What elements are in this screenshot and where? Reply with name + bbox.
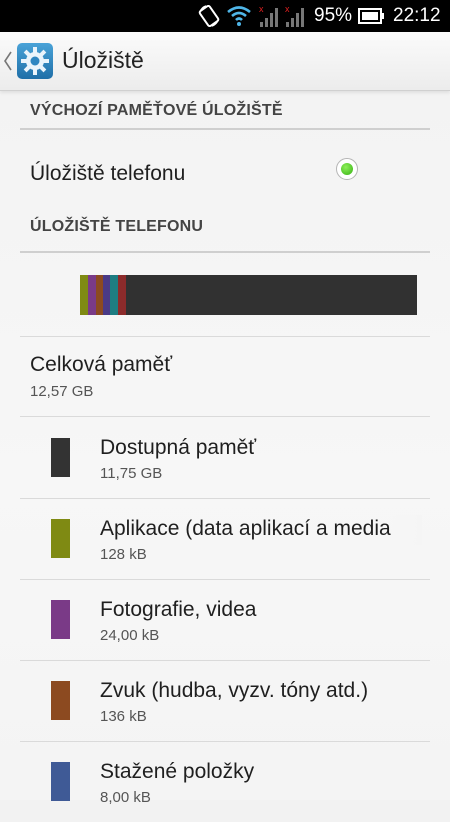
back-chevron-icon[interactable] bbox=[3, 50, 13, 72]
storage-usage-bar bbox=[80, 275, 417, 315]
clock: 22:12 bbox=[393, 5, 441, 26]
radio-button-selected[interactable] bbox=[336, 158, 358, 180]
divider bbox=[20, 416, 430, 417]
category-value: 8,00 kB bbox=[100, 789, 151, 806]
section-divider bbox=[20, 251, 430, 253]
text-fade-overlay bbox=[392, 515, 422, 545]
usage-segment-other bbox=[118, 275, 126, 315]
section-header-default-storage: VÝCHOZÍ PAMĚŤOVÉ ÚLOŽIŠTĚ bbox=[30, 102, 283, 119]
radio-selected-dot bbox=[341, 163, 353, 175]
svg-text:x: x bbox=[285, 4, 290, 14]
category-label: Aplikace (data aplikací a media bbox=[100, 517, 391, 540]
battery-percentage: 95% bbox=[314, 5, 353, 26]
category-label: Fotografie, videa bbox=[100, 598, 257, 621]
category-label: Zvuk (hudba, vyzv. tóny atd.) bbox=[100, 679, 369, 702]
action-bar: Úložiště bbox=[0, 32, 450, 91]
svg-text:x: x bbox=[259, 4, 264, 14]
category-color-swatch bbox=[51, 438, 70, 477]
storage-category-downloads[interactable]: Stažené položky 8,00 kB bbox=[0, 742, 450, 822]
usage-segment-downloads bbox=[103, 275, 110, 315]
total-storage-label: Celková paměť bbox=[30, 353, 173, 376]
section-header-phone-storage: ÚLOŽIŠTĚ TELEFONU bbox=[30, 218, 204, 235]
usage-segment-audio bbox=[96, 275, 103, 315]
storage-option-phone[interactable]: Úložiště telefonu bbox=[0, 146, 450, 202]
category-color-swatch bbox=[51, 600, 70, 639]
storage-option-label: Úložiště telefonu bbox=[30, 162, 186, 185]
category-label: Dostupná paměť bbox=[100, 436, 257, 459]
category-color-swatch bbox=[51, 681, 70, 720]
section-divider bbox=[20, 128, 430, 130]
category-color-swatch bbox=[51, 519, 70, 558]
divider bbox=[20, 336, 430, 337]
usage-segment-photos bbox=[88, 275, 96, 315]
total-storage-value: 12,57 GB bbox=[30, 383, 94, 400]
category-value: 24,00 kB bbox=[100, 627, 160, 644]
signal-sim2-icon: x bbox=[285, 4, 304, 27]
category-label: Stažené položky bbox=[100, 760, 255, 783]
status-bar: x x 95% 22:12 bbox=[0, 0, 450, 32]
storage-category-audio[interactable]: Zvuk (hudba, vyzv. tóny atd.) 136 kB bbox=[0, 661, 450, 741]
screen-rotation-icon bbox=[198, 4, 220, 28]
storage-category-apps[interactable]: Aplikace (data aplikací a media 128 kB bbox=[0, 499, 450, 579]
category-color-swatch bbox=[51, 762, 70, 801]
category-value: 128 kB bbox=[100, 546, 147, 563]
signal-sim1-icon: x bbox=[259, 4, 278, 27]
battery-icon bbox=[358, 8, 384, 24]
category-value: 136 kB bbox=[100, 708, 147, 725]
storage-category-available[interactable]: Dostupná paměť 11,75 GB bbox=[0, 418, 450, 498]
settings-gear-icon[interactable] bbox=[16, 42, 54, 80]
usage-segment-misc bbox=[110, 275, 118, 315]
category-value: 11,75 GB bbox=[100, 465, 163, 482]
storage-category-photos[interactable]: Fotografie, videa 24,00 kB bbox=[0, 580, 450, 660]
page-title: Úložiště bbox=[62, 47, 144, 73]
wifi-icon bbox=[227, 6, 251, 26]
usage-segment-apps bbox=[80, 275, 88, 315]
